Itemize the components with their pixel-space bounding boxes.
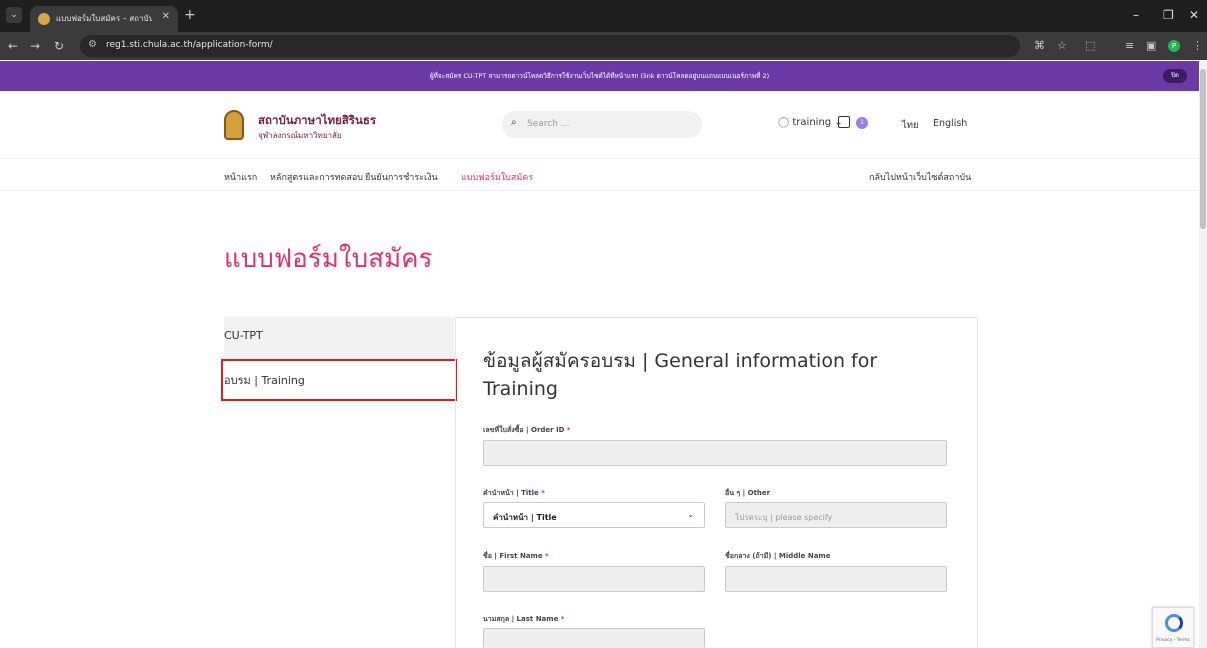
search-icon: ⌕: [511, 117, 517, 128]
other-label: อื่น ๆ | Other: [725, 489, 771, 497]
nav-application-form[interactable]: แบบฟอร์มใบสมัคร: [461, 170, 533, 184]
browser-tab[interactable]: แบบฟอร์มใบสมัคร – สถาบันภาษาไทย ✕: [30, 6, 178, 32]
announcement-text: ผู้ที่จะสมัคร CU-TPT สามารถดาวน์โหลดวิธี…: [429, 72, 770, 80]
logo-title[interactable]: สถาบันภาษาไทยสิรินธร: [258, 112, 376, 130]
menu-dots-icon[interactable]: ⋮: [1192, 39, 1203, 52]
nav-home[interactable]: หน้าแรก: [224, 170, 257, 184]
recaptcha-text: Privacy - Terms: [1156, 638, 1191, 643]
lang-english-link[interactable]: English: [933, 118, 967, 129]
title-select[interactable]: คำนำหน้า | Title ⌄: [483, 502, 705, 528]
browser-toolbar: ← → ↻ ⚙ reg1.sti.chula.ac.th/application…: [0, 32, 1207, 60]
tab-search-icon[interactable]: ⌄: [6, 7, 22, 23]
minimize-icon[interactable]: –: [1133, 8, 1139, 22]
selection-highlight: [221, 359, 457, 401]
title-select-value: คำนำหน้า | Title: [493, 513, 557, 522]
close-icon[interactable]: ✕: [162, 11, 170, 22]
lang-thai-link[interactable]: ไทย: [902, 118, 919, 133]
first-name-label: ชื่อ | First Name *: [483, 552, 549, 560]
logo-subtitle: จุฬาลงกรณ์มหาวิทยาลัย: [258, 131, 342, 140]
profile-avatar[interactable]: P: [1168, 40, 1180, 52]
search-placeholder: Search ...: [527, 119, 570, 129]
first-name-field[interactable]: [483, 566, 705, 592]
other-placeholder: โปรดระบุ | please specify: [735, 513, 833, 522]
main-nav: หน้าแรก หลักสูตรและการทดสอบ ยืนยันการชำร…: [0, 158, 1199, 191]
last-name-field[interactable]: [483, 628, 705, 648]
restore-icon[interactable]: ❐: [1163, 8, 1174, 22]
new-tab-icon[interactable]: +: [184, 7, 196, 23]
media-icon[interactable]: ≡: [1125, 39, 1134, 52]
recaptcha-badge[interactable]: Privacy - Terms: [1152, 607, 1194, 648]
close-window-icon[interactable]: ✕: [1189, 8, 1199, 22]
reload-icon[interactable]: ↻: [54, 38, 64, 54]
favicon-icon: [38, 13, 50, 25]
address-bar[interactable]: ⚙ reg1.sti.chula.ac.th/application-form/: [80, 35, 1020, 57]
middle-name-label: ชื่อกลาง (ถ้ามี) | Middle Name: [725, 552, 831, 560]
recaptcha-icon: [1165, 614, 1183, 632]
institute-logo-icon[interactable]: [224, 110, 244, 140]
search-input[interactable]: ⌕ Search ...: [502, 111, 702, 138]
announcement-bar: ผู้ที่จะสมัคร CU-TPT สามารถดาวน์โหลดวิธี…: [0, 61, 1199, 91]
tab-title: แบบฟอร์มใบสมัคร – สถาบันภาษาไทย: [56, 14, 152, 23]
extensions-icon[interactable]: ⬚: [1085, 39, 1095, 52]
bookmark-star-icon[interactable]: ☆: [1057, 39, 1067, 52]
cart-count-badge: 1: [856, 117, 868, 129]
chevron-down-icon: ⌄: [687, 510, 694, 519]
tab-cu-tpt[interactable]: CU-TPT: [224, 317, 454, 359]
other-field[interactable]: โปรดระบุ | please specify: [725, 502, 947, 528]
nav-payment-confirm[interactable]: ยืนยันการชำระเงิน: [365, 170, 438, 184]
tab-label: CU-TPT: [224, 329, 263, 342]
order-id-field[interactable]: [483, 440, 947, 466]
title-label: คำนำหน้า | Title *: [483, 489, 545, 497]
page-title: แบบฟอร์มใบสมัคร: [224, 244, 433, 274]
browser-tab-strip: ⌄ แบบฟอร์มใบสมัคร – สถาบันภาษาไทย ✕ + – …: [0, 0, 1207, 32]
nav-courses[interactable]: หลักสูตรและการทดสอบ: [270, 170, 363, 184]
back-icon[interactable]: ←: [8, 38, 18, 54]
user-menu[interactable]: ◯ training ⌄: [778, 117, 843, 128]
announcement-close-button[interactable]: ปิด: [1163, 69, 1187, 83]
cart-icon[interactable]: [838, 116, 850, 128]
user-name: training: [792, 117, 832, 128]
nav-back-to-institute[interactable]: กลับไปหน้าเว็บไซต์สถาบัน: [869, 170, 971, 184]
url-text: reg1.sti.chula.ac.th/application-form/: [106, 40, 273, 50]
middle-name-field[interactable]: [725, 566, 947, 592]
order-id-label: เลขที่ใบสั่งซื้อ | Order ID *: [483, 426, 571, 434]
page-scrollbar[interactable]: [1199, 61, 1207, 648]
translate-icon[interactable]: ⌘: [1034, 39, 1045, 52]
user-icon: ◯: [778, 117, 790, 128]
scrollbar-thumb[interactable]: [1200, 69, 1206, 229]
forward-icon[interactable]: →: [30, 38, 40, 54]
last-name-label: นามสกุล | Last Name *: [483, 615, 565, 623]
form-heading: ข้อมูลผู้สมัครอบรม | General information…: [483, 350, 878, 400]
site-info-icon[interactable]: ⚙: [88, 39, 97, 50]
sidepanel-icon[interactable]: ▣: [1146, 39, 1156, 52]
